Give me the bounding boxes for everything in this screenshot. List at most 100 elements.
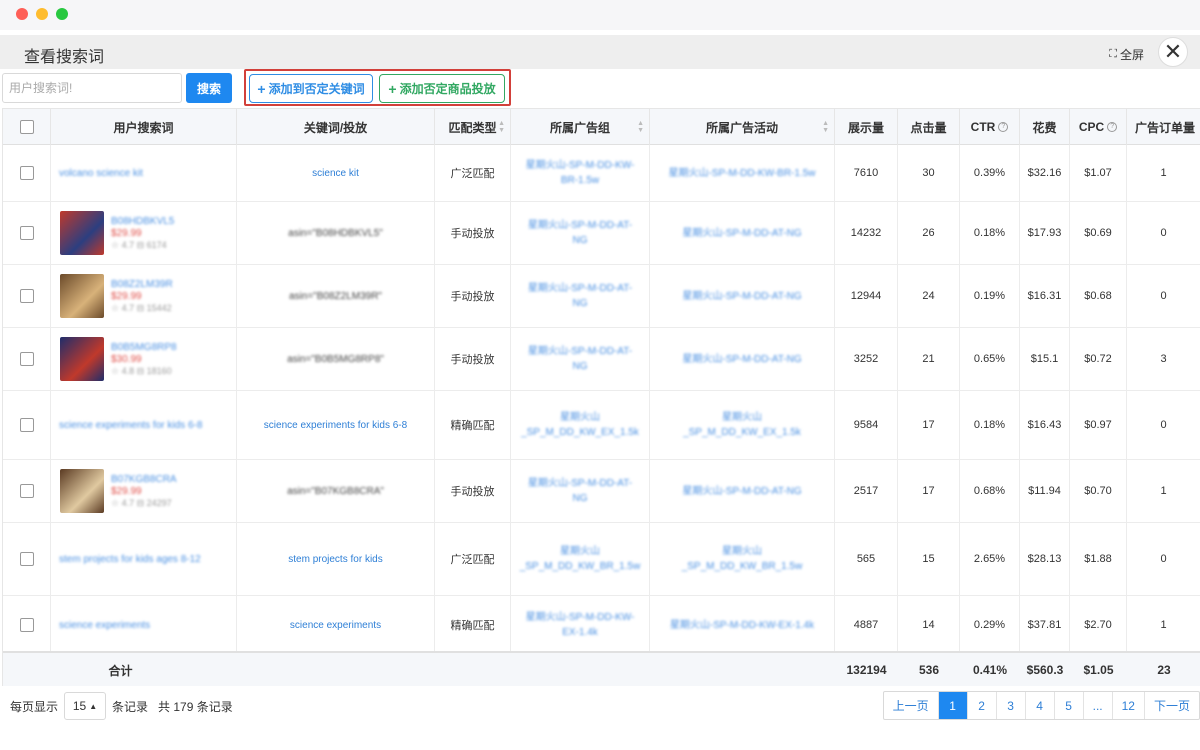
search-term-link[interactable]: science experiments: [59, 618, 150, 633]
ad-group-link[interactable]: 星期火山-SP-M-DD-AT-NG: [521, 218, 639, 248]
help-icon[interactable]: ?: [1107, 122, 1118, 132]
page-size-select[interactable]: 15 ▲: [64, 692, 107, 720]
product-asin-link[interactable]: B07KGB8CRA: [111, 474, 177, 485]
product-price: $29.99: [111, 290, 142, 302]
row-checkbox[interactable]: [19, 352, 34, 366]
campaign-link[interactable]: 星期火山-SP-M-DD-AT-NG: [682, 289, 801, 304]
prev-page-button[interactable]: 上一页: [884, 692, 939, 719]
select-all-checkbox[interactable]: [19, 120, 34, 134]
ad-group-link[interactable]: 星期火山-SP-M-DD-AT-NG: [521, 476, 639, 506]
ad-group-link[interactable]: 星期火山-SP-M-DD-AT-NG: [521, 281, 639, 311]
header-spend[interactable]: 花费: [1020, 109, 1070, 145]
page-button-1[interactable]: 1: [938, 692, 968, 719]
header-match-type[interactable]: 匹配类型 ▲ ▼: [435, 109, 511, 145]
maximize-window-dot[interactable]: [56, 8, 68, 20]
orders-value: 1: [1160, 485, 1167, 497]
help-icon[interactable]: ?: [998, 122, 1009, 132]
next-page-button[interactable]: 下一页: [1145, 692, 1199, 719]
search-term-link[interactable]: stem projects for kids ages 8-12: [59, 552, 201, 567]
campaign-link[interactable]: 星期火山-SP-M-DD-AT-NG: [682, 226, 801, 241]
ad-group-link[interactable]: 星期火山-SP-M-DD-KW-EX-1.4k: [521, 610, 639, 640]
close-modal-button[interactable]: ✕: [1158, 37, 1188, 67]
row-checkbox[interactable]: [19, 484, 34, 498]
header-impressions[interactable]: 展示量: [835, 109, 898, 145]
search-term-link[interactable]: science experiments for kids 6-8: [59, 418, 202, 433]
campaign-link[interactable]: 星期火山_SP_M_DD_KW_EX_1.5k: [664, 410, 820, 440]
impressions-value: 4887: [853, 619, 879, 631]
fullscreen-button[interactable]: ⛶ 全屏: [1109, 46, 1144, 63]
header-ctr[interactable]: CTR ?: [960, 109, 1020, 145]
match-type-cell: 手动投放: [435, 202, 511, 264]
table-header: 用户搜索词 关键词/投放 匹配类型 ▲ ▼ 所属广告组 ▲ ▼ 所属广告活动 ▲ ▼ …: [3, 109, 1200, 145]
header-cpc[interactable]: CPC ?: [1070, 109, 1127, 145]
search-term-input[interactable]: [2, 73, 182, 103]
search-term-cell: B07KGB8CRA $29.99 ☆ 4.7 ⊟ 24297: [51, 460, 237, 522]
campaign-link[interactable]: 星期火山-SP-M-DD-KW-EX-1.4k: [670, 618, 814, 633]
page-button-2[interactable]: 2: [968, 692, 997, 719]
page-button-4[interactable]: 4: [1026, 692, 1055, 719]
orders-value: 1: [1160, 619, 1167, 631]
row-checkbox[interactable]: [19, 418, 34, 432]
orders-cell: 0: [1127, 202, 1200, 264]
keyword-value[interactable]: stem projects for kids: [288, 554, 382, 565]
product-asin-link[interactable]: B08HDBKVL5: [111, 216, 174, 227]
product-thumbnail: [60, 211, 104, 255]
campaign-cell: 星期火山-SP-M-DD-AT-NG: [650, 460, 835, 522]
ctr-cell: 0.18%: [960, 202, 1020, 264]
product-rating: ☆ 4.7 ⊟ 24297: [111, 497, 172, 508]
ad-group-link[interactable]: 星期火山-SP-M-DD-AT-NG: [521, 344, 639, 374]
page-button-5[interactable]: 5: [1055, 692, 1084, 719]
table-row[interactable]: volcano science kit science kit 广泛匹配 星期火山-S…: [3, 145, 1200, 202]
header-ad-group[interactable]: 所属广告组 ▲ ▼: [511, 109, 650, 145]
row-checkbox[interactable]: [19, 289, 34, 303]
keyword-value[interactable]: science experiments: [290, 620, 381, 631]
keyword-value[interactable]: science experiments for kids 6-8: [264, 420, 407, 431]
campaign-link[interactable]: 星期火山-SP-M-DD-AT-NG: [682, 484, 801, 499]
keyword-cell: science experiments for kids 6-8: [237, 391, 435, 459]
spend-value: $16.43: [1027, 419, 1062, 431]
ad-group-cell: 星期火山_SP_M_DD_KW_EX_1.5k: [511, 391, 650, 459]
table-row[interactable]: science experiments science experiments 精确…: [3, 596, 1200, 655]
campaign-link[interactable]: 星期火山_SP_M_DD_KW_BR_1.5w: [664, 544, 820, 574]
spend-cell: $16.43: [1020, 391, 1070, 459]
ad-group-link[interactable]: 星期火山_SP_M_DD_KW_EX_1.5k: [521, 410, 639, 440]
minimize-window-dot[interactable]: [36, 8, 48, 20]
search-term-link[interactable]: volcano science kit: [59, 166, 143, 181]
row-checkbox[interactable]: [19, 618, 34, 632]
table-row[interactable]: B08Z2LM39R $29.99 ☆ 4.7 ⊟ 15442 asin="B08Z2…: [3, 265, 1200, 328]
row-checkbox[interactable]: [19, 166, 34, 180]
add-negative-keyword-button[interactable]: + 添加到否定关键词: [249, 74, 373, 103]
match-type-cell: 手动投放: [435, 460, 511, 522]
keyword-value[interactable]: science kit: [312, 168, 359, 179]
table-row[interactable]: B08HDBKVL5 $29.99 ☆ 4.7 ⊟ 6174 asin="B08HDB…: [3, 202, 1200, 265]
search-term-cell: B08Z2LM39R $29.99 ☆ 4.7 ⊟ 15442: [51, 265, 237, 327]
header-campaign[interactable]: 所属广告活动 ▲ ▼: [650, 109, 835, 145]
product-asin-link[interactable]: B08Z2LM39R: [111, 279, 173, 290]
row-checkbox[interactable]: [19, 226, 34, 240]
row-checkbox[interactable]: [19, 552, 34, 566]
header-clicks[interactable]: 点击量: [898, 109, 960, 145]
product-asin-link[interactable]: B0B5MG8RP8: [111, 342, 177, 353]
ad-group-link[interactable]: 星期火山-SP-M-DD-KW-BR-1.5w: [521, 158, 639, 188]
search-button[interactable]: 搜索: [186, 73, 232, 103]
page-button-12[interactable]: 12: [1113, 692, 1145, 719]
keyword-value: asin="B0B5MG8RP8": [287, 353, 384, 365]
ad-group-cell: 星期火山_SP_M_DD_KW_BR_1.5w: [511, 523, 650, 595]
table-row[interactable]: stem projects for kids ages 8-12 stem pro…: [3, 523, 1200, 596]
ad-group-link[interactable]: 星期火山_SP_M_DD_KW_BR_1.5w: [520, 544, 641, 574]
page-button-3[interactable]: 3: [997, 692, 1026, 719]
ad-group-cell: 星期火山-SP-M-DD-KW-EX-1.4k: [511, 596, 650, 654]
campaign-link[interactable]: 星期火山-SP-M-DD-AT-NG: [682, 352, 801, 367]
table-row[interactable]: B07KGB8CRA $29.99 ☆ 4.7 ⊟ 24297 asin="B07KG…: [3, 460, 1200, 523]
search-term-cell: B08HDBKVL5 $29.99 ☆ 4.7 ⊟ 6174: [51, 202, 237, 264]
cpc-value: $0.68: [1084, 290, 1112, 302]
table-row[interactable]: B0B5MG8RP8 $30.99 ☆ 4.8 ⊟ 18160 asin="B0B5M…: [3, 328, 1200, 391]
header-orders[interactable]: 广告订单量: [1127, 109, 1200, 145]
add-negative-product-button[interactable]: + 添加否定商品投放: [379, 74, 505, 103]
close-window-dot[interactable]: [16, 8, 28, 20]
page-ellipsis[interactable]: ...: [1084, 692, 1113, 719]
header-label: 展示量: [847, 120, 884, 135]
table-row[interactable]: science experiments for kids 6-8 science …: [3, 391, 1200, 460]
campaign-link[interactable]: 星期火山-SP-M-DD-KW-BR-1.5w: [668, 166, 815, 181]
header-label: 花费: [1032, 120, 1057, 135]
